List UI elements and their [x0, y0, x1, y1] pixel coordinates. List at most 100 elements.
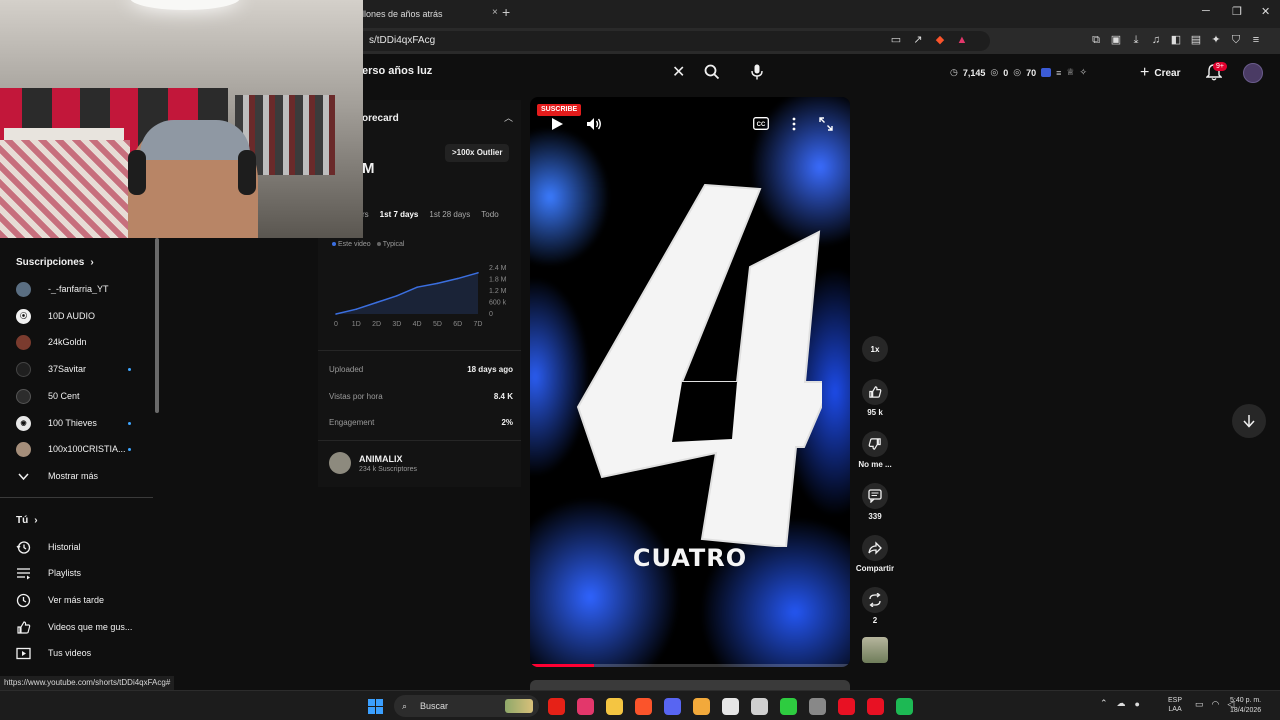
like-button[interactable]: 95 k — [855, 379, 895, 417]
sidebar-item-liked-videos[interactable]: Videos que me gus... — [16, 617, 151, 637]
sidebar-item-label: 100 Thieves — [48, 418, 97, 428]
sidebar-subscription-item[interactable]: 50 Cent — [16, 386, 151, 406]
sidebar-subscription-item[interactable]: 24kGoldn — [16, 332, 151, 352]
taskbar-app-icon[interactable] — [838, 698, 855, 715]
sparkle-icon[interactable]: ✧ — [1079, 67, 1087, 78]
sidebar-divider — [0, 497, 153, 498]
sidebar-toggle-icon[interactable]: ◧ — [1170, 34, 1182, 46]
taskbar-app-icon[interactable] — [693, 698, 710, 715]
dislike-button[interactable]: No me ... — [855, 431, 895, 469]
share-icon[interactable]: ↗ — [912, 34, 924, 46]
vpn-icon[interactable]: ⛉ — [1230, 34, 1242, 46]
create-button[interactable]: + Crear — [1140, 63, 1180, 83]
next-short-preview[interactable] — [530, 680, 850, 690]
you-title: Tú — [16, 515, 29, 526]
you-header[interactable]: Tú › — [16, 515, 38, 526]
more-options-icon[interactable] — [791, 117, 797, 131]
music-icon[interactable]: ♫ — [1150, 34, 1162, 46]
wifi-icon[interactable]: ◠ — [1212, 699, 1220, 710]
share-arrow-icon — [862, 535, 888, 561]
sidebar-subscription-item[interactable]: 37Savitar — [16, 359, 151, 379]
search-box[interactable]: erso años luz ✕ — [350, 60, 695, 86]
microphone-icon[interactable] — [751, 64, 763, 80]
comments-button[interactable]: 339 — [855, 483, 895, 521]
minimize-button[interactable]: ─ — [1202, 5, 1210, 17]
fullscreen-icon[interactable] — [819, 117, 833, 131]
user-avatar[interactable] — [1243, 63, 1263, 83]
taskbar-clock[interactable]: 5:40 p. m. 18/4/2026 — [1230, 696, 1261, 716]
captions-icon[interactable]: CC — [753, 117, 769, 130]
taskbar-app-icon[interactable] — [548, 698, 565, 715]
sidebar-subscription-item[interactable]: 100x100CRISTIA... — [16, 439, 151, 459]
sidebar-subscription-item[interactable]: -_-fanfarria_YT — [16, 279, 151, 299]
y-tick-label: 600 k — [489, 300, 507, 307]
close-window-button[interactable]: ✕ — [1261, 5, 1270, 18]
channel-row[interactable]: ANIMALIX 234 k Suscriptores — [329, 452, 417, 474]
share-button[interactable]: Compartir — [855, 535, 895, 573]
range-tab[interactable]: Todo — [481, 210, 498, 219]
menu-icon[interactable]: ≡ — [1250, 34, 1262, 46]
sidebar-subscription-item[interactable]: ◉ 100 Thieves — [16, 413, 151, 433]
brave-shield-icon[interactable]: ◆ — [934, 34, 946, 46]
onedrive-icon[interactable]: ☁ — [1117, 698, 1126, 709]
search-input[interactable]: erso años luz — [362, 65, 432, 77]
sidebar-item-label: Playlists — [48, 568, 82, 578]
subscriptions-header[interactable]: Suscripciones › — [16, 257, 94, 268]
sidebar-item-label: 50 Cent — [48, 391, 80, 401]
your-videos-icon — [16, 647, 31, 659]
chevron-up-icon[interactable]: ⌃ — [1100, 698, 1108, 709]
taskbar-search[interactable]: ⌕ Buscar — [394, 695, 539, 717]
sidebar-subscription-item[interactable]: ⦿ 10D AUDIO — [16, 306, 151, 326]
sidebar-item-history[interactable]: Historial — [16, 537, 151, 557]
remix-button[interactable]: 2 — [855, 587, 895, 625]
download-icon[interactable]: ⤓ — [1130, 34, 1142, 46]
taskbar-app-icon[interactable] — [896, 698, 913, 715]
taskbar-app-icon[interactable] — [751, 698, 768, 715]
collapse-chevron-icon[interactable]: ︿ — [504, 111, 513, 124]
y-tick-label: 2.4 M — [489, 265, 507, 272]
install-app-icon[interactable]: ▭ — [890, 34, 902, 46]
show-more-button[interactable]: Mostrar más — [16, 466, 151, 486]
language-indicator[interactable]: ESP LAA — [1168, 696, 1182, 714]
sidebar-item-your-videos[interactable]: Tus videos — [16, 643, 151, 663]
taskbar-app-icon[interactable] — [809, 698, 826, 715]
search-icon[interactable] — [704, 64, 720, 80]
trophy-icon[interactable]: ♕ — [1066, 67, 1074, 78]
taskbar-app-icon[interactable] — [635, 698, 652, 715]
extension-icon[interactable]: ⧉ — [1090, 34, 1102, 46]
range-tab[interactable]: rs — [362, 210, 369, 219]
next-video-button[interactable] — [1232, 404, 1266, 438]
new-tab-button[interactable]: + — [502, 4, 510, 20]
taskbar-app-icon[interactable] — [722, 698, 739, 715]
play-icon[interactable] — [550, 117, 564, 131]
sidebar-scrollbar[interactable] — [155, 238, 159, 413]
taskbar-app-icon[interactable] — [780, 698, 797, 715]
sidepanel-icon[interactable]: ▣ — [1110, 34, 1122, 46]
start-windows-icon[interactable] — [368, 699, 383, 714]
taskbar-app-icon[interactable] — [664, 698, 681, 715]
mic-tray-icon[interactable]: ● — [1135, 699, 1140, 709]
volume-icon[interactable] — [586, 117, 602, 131]
wallet-icon[interactable]: ▤ — [1190, 34, 1202, 46]
extension-badge-icon[interactable] — [1041, 68, 1052, 77]
sidebar-item-playlists[interactable]: Playlists — [16, 563, 151, 583]
progress-bar[interactable] — [530, 664, 850, 667]
speed-button[interactable]: 1x — [855, 336, 895, 362]
stat-likes: 0 — [1003, 67, 1009, 78]
taskbar-app-icon[interactable] — [867, 698, 884, 715]
taskbar-app-icon[interactable] — [577, 698, 594, 715]
sound-thumbnail[interactable] — [855, 637, 895, 663]
sidebar-item-watch-later[interactable]: Ver más tarde — [16, 590, 151, 610]
brave-rewards-icon[interactable]: ▲ — [956, 34, 968, 46]
range-tab-active[interactable]: 1st 7 days — [380, 210, 419, 219]
taskbar-app-icon[interactable] — [606, 698, 623, 715]
browser-tab[interactable]: llones de años atrás — [352, 0, 492, 28]
range-tab[interactable]: 1st 28 days — [429, 210, 470, 219]
list-icon[interactable]: ≡ — [1056, 68, 1061, 78]
shorts-player[interactable]: SUSCRIBE CC CUATRO — [530, 97, 850, 667]
maximize-button[interactable]: ❐ — [1232, 5, 1242, 18]
clear-search-icon[interactable]: ✕ — [672, 62, 685, 82]
tab-close-icon[interactable]: × — [492, 7, 498, 18]
display-icon[interactable]: ▭ — [1195, 699, 1204, 710]
leo-ai-icon[interactable]: ✦ — [1210, 34, 1222, 46]
